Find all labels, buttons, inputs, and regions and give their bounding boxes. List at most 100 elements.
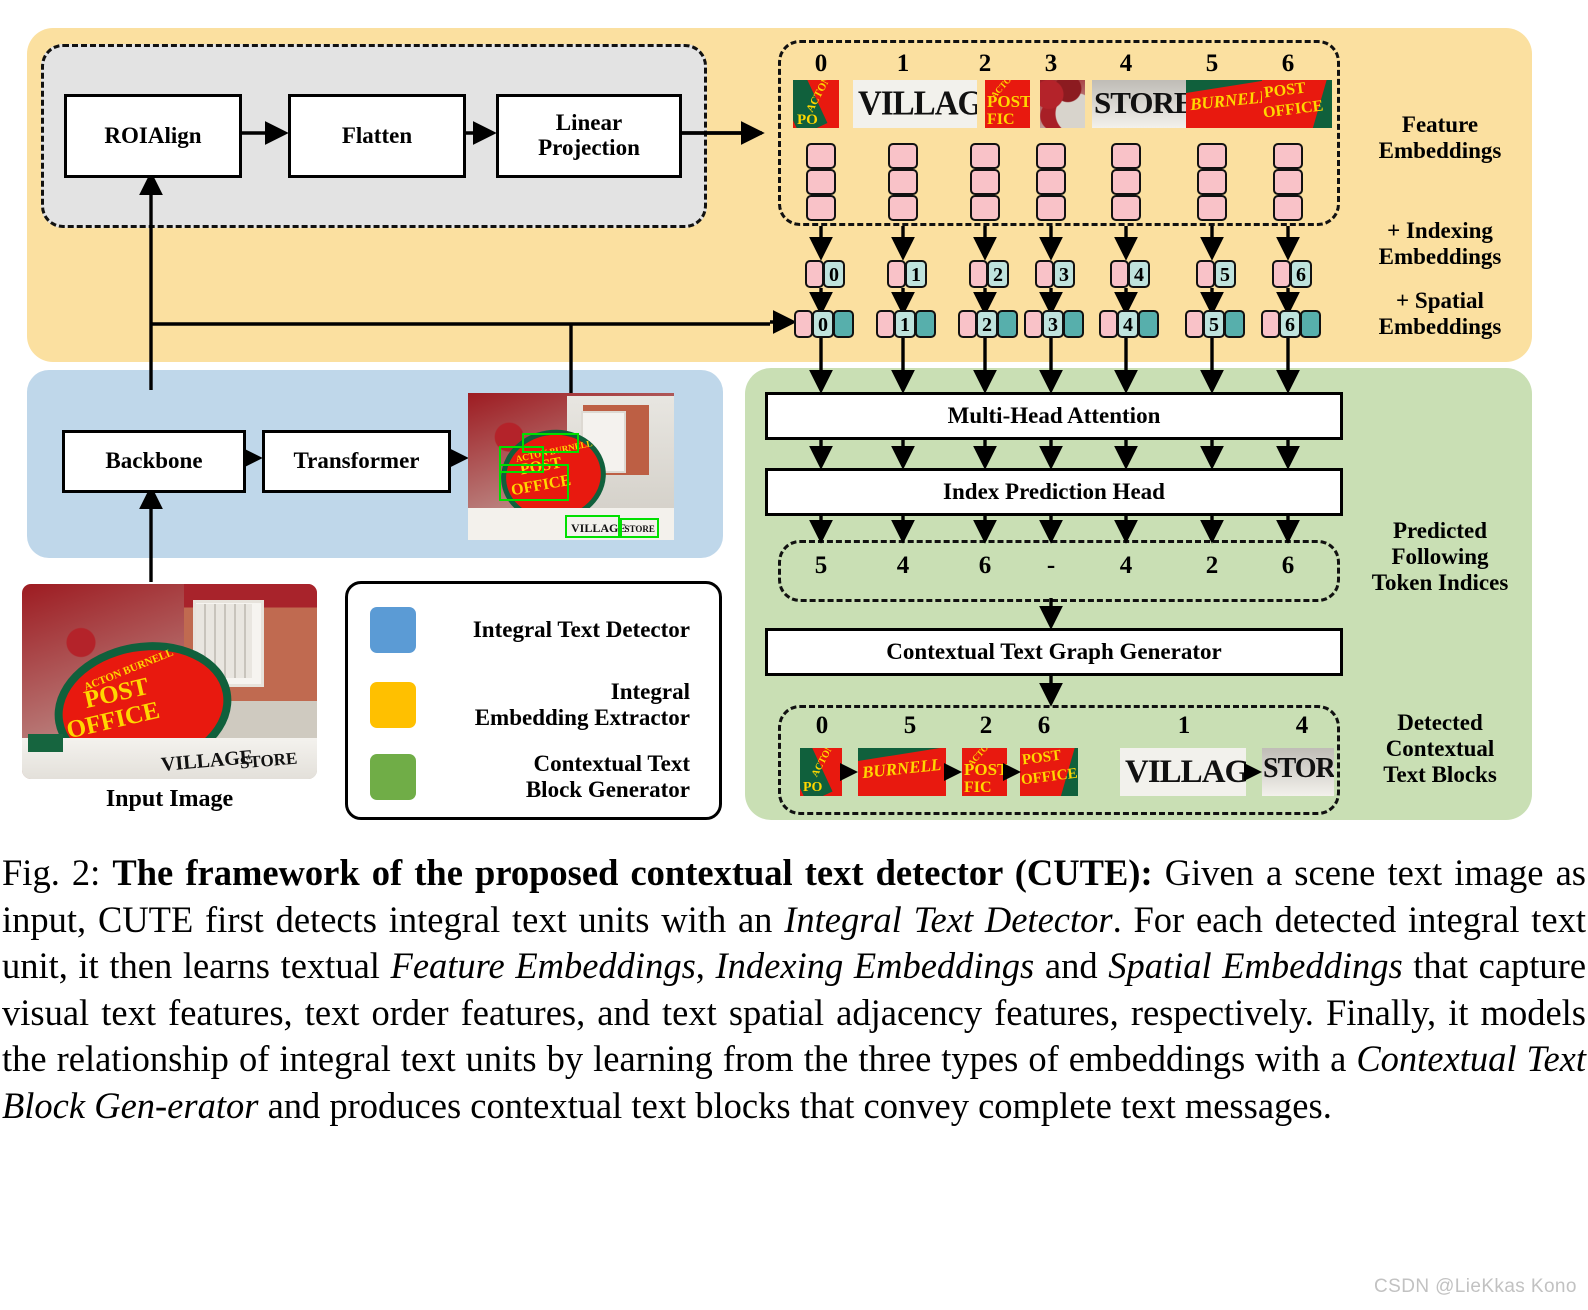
caption-italic-3: Indexing Embeddings bbox=[715, 945, 1035, 987]
legend-item-contextual-text-block-generator: Contextual Text Block Generator bbox=[370, 751, 690, 803]
spatial-dark-cell bbox=[833, 310, 854, 338]
spatial-dark-cell bbox=[1300, 310, 1321, 338]
token-crop-2: ACTON POST FIC bbox=[985, 80, 1030, 128]
box-linear-projection-label: Linear Projection bbox=[538, 110, 640, 161]
legend-box: Integral Text Detector Integral Embeddin… bbox=[345, 581, 722, 820]
box-linear-projection[interactable]: Linear Projection bbox=[496, 94, 682, 178]
feature-cell bbox=[1197, 143, 1227, 169]
box-multi-head-attention[interactable]: Multi-Head Attention bbox=[765, 392, 1343, 440]
feature-embeddings-line2: Embeddings bbox=[1378, 138, 1502, 164]
predicted-indices-line2: Following bbox=[1391, 544, 1489, 570]
token-index-6: 6 bbox=[1281, 50, 1295, 77]
watermark: CSDN @LieKkas Kono bbox=[1374, 1276, 1577, 1297]
detected-index-4: 4 bbox=[1295, 712, 1309, 739]
predicted-index-6: 6 bbox=[1281, 552, 1295, 579]
legend-swatch-yellow bbox=[370, 681, 416, 728]
token-index-1: 1 bbox=[896, 50, 910, 77]
box-index-prediction-head[interactable]: Index Prediction Head bbox=[765, 468, 1343, 516]
spatial-dark-cell bbox=[1224, 310, 1245, 338]
indexing-embeddings-line1: + Indexing bbox=[1387, 218, 1493, 243]
label-detected-text-blocks: Detected Contextual Text Blocks bbox=[1352, 710, 1528, 789]
detected-crop-1: VILLAGE bbox=[1120, 748, 1246, 796]
predicted-indices-line1: Predicted bbox=[1392, 518, 1488, 543]
input-image-label: Input Image bbox=[105, 786, 234, 812]
spatial-value-5: 5 bbox=[1209, 314, 1219, 336]
detected-index-0: 0 bbox=[815, 712, 829, 739]
feature-embeddings-line1: Feature bbox=[1401, 112, 1479, 137]
detected-index-1: 1 bbox=[1177, 712, 1191, 739]
box-transformer[interactable]: Transformer bbox=[262, 430, 451, 493]
box-transformer-label: Transformer bbox=[293, 448, 420, 474]
box-backbone-label: Backbone bbox=[105, 448, 203, 474]
box-backbone[interactable]: Backbone bbox=[62, 430, 246, 493]
indexing-value-5: 5 bbox=[1220, 264, 1230, 286]
feature-cell bbox=[1197, 195, 1227, 221]
feature-cell bbox=[970, 195, 1000, 221]
token-index-5: 5 bbox=[1205, 50, 1219, 77]
box-flatten[interactable]: Flatten bbox=[288, 94, 466, 178]
feature-cell bbox=[1036, 169, 1066, 195]
detected-index-6: 6 bbox=[1037, 712, 1051, 739]
predicted-index-3: - bbox=[1046, 552, 1056, 579]
token-crop-0: ACTON PO bbox=[793, 80, 839, 128]
spatial-pink-cell bbox=[1024, 310, 1043, 338]
spatial-pink-cell bbox=[1099, 310, 1118, 338]
box-index-prediction-head-label: Index Prediction Head bbox=[943, 478, 1165, 504]
detected-blocks-line3: Text Blocks bbox=[1383, 762, 1497, 788]
predicted-index-1: 4 bbox=[896, 552, 910, 579]
predicted-index-0: 5 bbox=[814, 552, 828, 579]
input-image: ACTON BURNELL POST OFFICE VILLAGE STORE bbox=[22, 584, 317, 779]
indexing-pink-cell bbox=[887, 260, 906, 288]
spatial-pink-cell bbox=[1185, 310, 1204, 338]
caption-italic-2: Feature Embeddings bbox=[390, 945, 696, 987]
token-crop-4: STORE bbox=[1092, 80, 1188, 128]
token-crop-6: POST OFFICE bbox=[1262, 80, 1332, 128]
detected-crop-4: STORE bbox=[1262, 748, 1334, 796]
caption-figure-number: Fig. 2: bbox=[2, 852, 113, 893]
label-indexing-embeddings: + Indexing Embeddings bbox=[1352, 218, 1528, 270]
label-spatial-embeddings: + Spatial Embeddings bbox=[1352, 288, 1528, 340]
indexing-pink-cell bbox=[1110, 260, 1129, 288]
detected-crop-0: ACTON PO bbox=[800, 748, 842, 796]
legend-label-integral-text-detector: Integral Text Detector bbox=[472, 617, 690, 643]
box-contextual-text-graph-generator-label: Contextual Text Graph Generator bbox=[886, 638, 1222, 664]
legend-swatch-green bbox=[370, 753, 416, 800]
feature-cell bbox=[1197, 169, 1227, 195]
box-contextual-text-graph-generator[interactable]: Contextual Text Graph Generator bbox=[765, 628, 1343, 676]
spatial-value-1: 1 bbox=[900, 314, 910, 336]
legend-label-contextual-text-block-generator: Contextual Text Block Generator bbox=[432, 751, 690, 803]
spatial-value-0: 0 bbox=[818, 314, 828, 336]
caption-italic-1: Integral Text Detector bbox=[784, 898, 1113, 940]
caption-body-4: and bbox=[1034, 945, 1109, 987]
label-feature-embeddings: Feature Embeddings bbox=[1352, 112, 1528, 164]
indexing-value-4: 4 bbox=[1134, 264, 1144, 286]
detected-index-2: 2 bbox=[979, 712, 993, 739]
spatial-dark-cell bbox=[1138, 310, 1159, 338]
token-index-4: 4 bbox=[1119, 50, 1133, 77]
indexing-embeddings-line2: Embeddings bbox=[1378, 244, 1502, 270]
legend-label-integral-embedding-extractor: Integral Embedding Extractor bbox=[432, 679, 690, 731]
detected-crop-5: BURNELL bbox=[858, 748, 946, 796]
spatial-pink-cell bbox=[958, 310, 977, 338]
box-roialign[interactable]: ROIAlign bbox=[64, 94, 242, 178]
indexing-pink-cell bbox=[1196, 260, 1215, 288]
detected-blocks-line2: Contextual bbox=[1385, 736, 1495, 762]
token-crop-3 bbox=[1040, 80, 1085, 128]
indexing-pink-cell bbox=[969, 260, 988, 288]
predicted-indices-line3: Token Indices bbox=[1371, 570, 1509, 596]
caption-body-6: and produces contextual text blocks that… bbox=[258, 1084, 1332, 1126]
feature-cell bbox=[806, 143, 836, 169]
detected-crop-6: POST OFFICE bbox=[1020, 748, 1078, 796]
feature-cell bbox=[888, 169, 918, 195]
indexing-value-3: 3 bbox=[1059, 264, 1069, 286]
legend-label-line1: Contextual Text bbox=[533, 751, 690, 776]
feature-cell bbox=[1111, 195, 1141, 221]
spatial-pink-cell bbox=[1261, 310, 1280, 338]
spatial-value-3: 3 bbox=[1048, 314, 1058, 336]
feature-cell bbox=[1111, 169, 1141, 195]
spatial-dark-cell bbox=[997, 310, 1018, 338]
feature-cell bbox=[970, 143, 1000, 169]
caption-bold-title: The framework of the proposed contextual… bbox=[112, 852, 1153, 893]
spatial-pink-cell bbox=[876, 310, 895, 338]
token-crop-1: VILLAGE bbox=[853, 80, 977, 128]
